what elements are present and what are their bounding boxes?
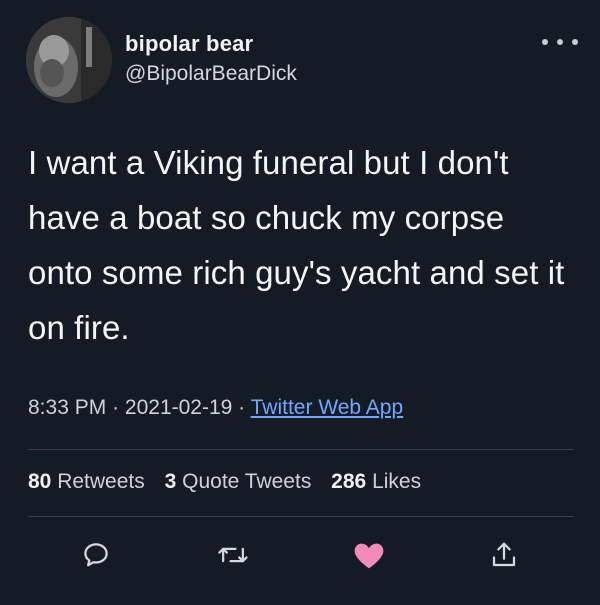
more-dot	[572, 39, 578, 45]
retweets-count: 80	[28, 470, 52, 493]
more-options-icon[interactable]	[542, 32, 578, 52]
heart-icon[interactable]	[349, 535, 389, 575]
tweet-time[interactable]: 8:33 PM	[28, 396, 106, 419]
author-display-name[interactable]: bipolar bear	[125, 31, 253, 57]
quote-tweets-stat[interactable]: 3 Quote Tweets	[165, 470, 312, 493]
tweet-date[interactable]: 2021-02-19	[125, 396, 232, 419]
likes-count: 286	[331, 470, 367, 493]
avatar-photo	[26, 17, 112, 103]
likes-label: Likes	[372, 470, 422, 493]
likes-stat[interactable]: 286 Likes	[331, 470, 421, 493]
action-bar	[0, 535, 600, 575]
tweet-card: bipolar bear @BipolarBearDick I want a V…	[0, 0, 600, 605]
tweet-meta: 8:33 PM · 2021-02-19 · Twitter Web App	[28, 396, 403, 420]
retweets-stat[interactable]: 80 Retweets	[28, 470, 145, 493]
reply-icon[interactable]	[76, 535, 116, 575]
more-dot	[557, 39, 563, 45]
share-icon[interactable]	[484, 535, 524, 575]
retweets-label: Retweets	[57, 470, 145, 493]
divider	[28, 516, 574, 517]
quote-label: Quote Tweets	[182, 470, 312, 493]
tweet-text: I want a Viking funeral but I don't have…	[28, 144, 565, 346]
avatar[interactable]	[26, 17, 112, 103]
quote-count: 3	[164, 470, 177, 493]
more-dot	[542, 39, 548, 45]
divider	[28, 449, 574, 450]
author-handle[interactable]: @BipolarBearDick	[125, 62, 297, 86]
tweet-source-link[interactable]: Twitter Web App	[251, 396, 404, 419]
tweet-stats: 80 Retweets 3 Quote Tweets 286 Likes	[28, 470, 435, 494]
meta-separator: ·	[238, 396, 246, 419]
retweet-icon[interactable]	[213, 535, 253, 575]
meta-separator: ·	[112, 396, 120, 419]
